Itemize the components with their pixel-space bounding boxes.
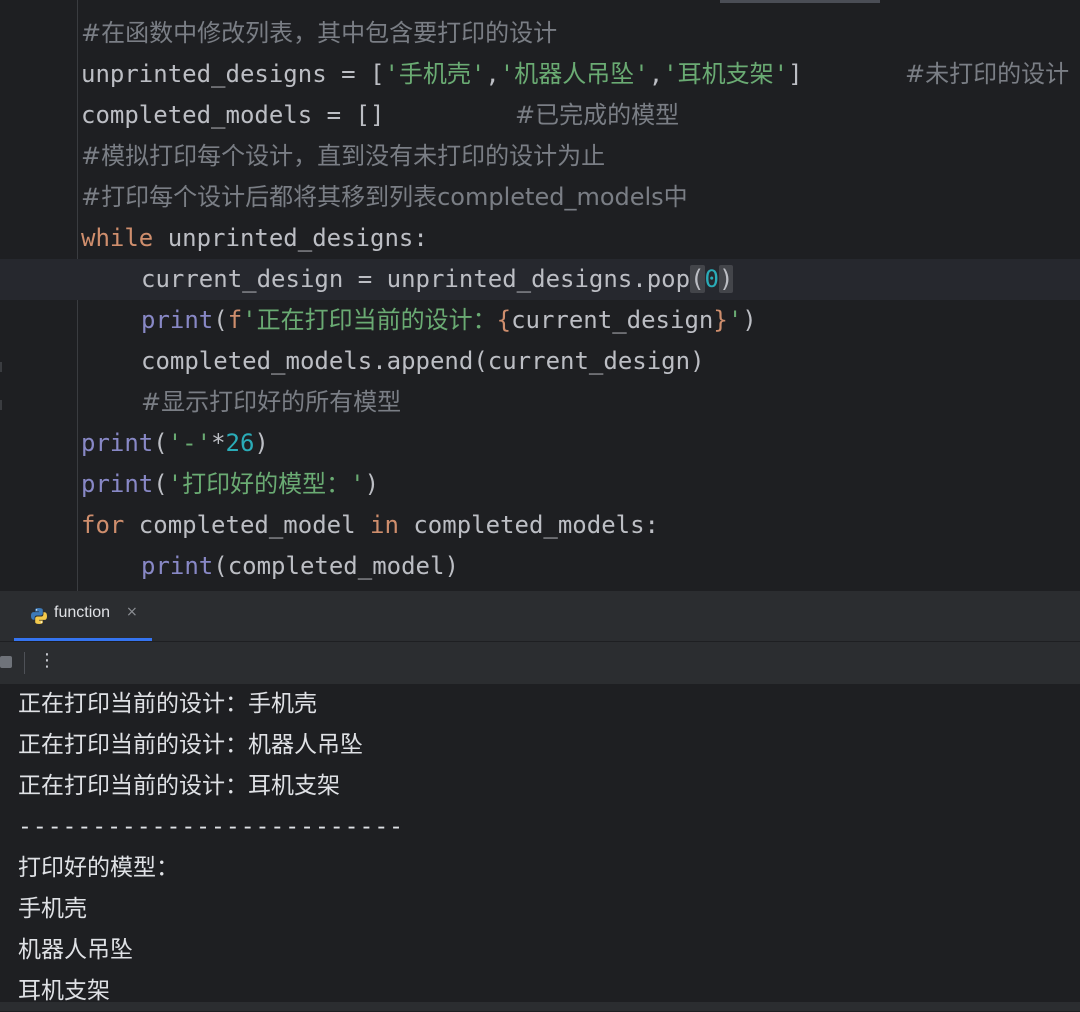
- code-text: for completed_model in completed_models:: [81, 505, 659, 546]
- output-line: 机器人吊坠: [18, 937, 133, 963]
- code-rest: unprinted_designs:: [153, 224, 428, 252]
- number-literal: 0: [704, 265, 719, 293]
- code-rest: (completed_model): [213, 552, 459, 580]
- code-line[interactable]: completed_models = [] #已完成的模型: [0, 95, 1080, 136]
- code-line[interactable]: completed_models.append(current_design): [0, 341, 1080, 382]
- code-line[interactable]: for completed_model in completed_models:: [0, 505, 1080, 546]
- operator: = [: [326, 60, 385, 88]
- comment-text: #模拟打印每个设计，直到没有未打印的设计为止: [81, 142, 606, 170]
- keyword: while: [81, 224, 154, 252]
- paren-highlight: (: [690, 265, 705, 293]
- output-line: 正在打印当前的设计：耳机支架: [18, 773, 340, 799]
- string-literal: '正在打印当前的设计：: [242, 306, 497, 334]
- paren-highlight: ): [718, 265, 734, 293]
- run-tab-bar: function ×: [0, 591, 1080, 642]
- code-rest: completed_model: [124, 511, 370, 539]
- code-rest: current_design = unprinted_designs.pop: [141, 265, 691, 293]
- code-line[interactable]: unprinted_designs = ['手机壳','机器人吊坠','耳机支架…: [0, 54, 1080, 95]
- run-tool-window: function × ⋮ 正在打印当前的设计：手机壳 正在打印当前的设计：机器人…: [0, 591, 1080, 1011]
- console-output[interactable]: 正在打印当前的设计：手机壳 正在打印当前的设计：机器人吊坠 正在打印当前的设计：…: [0, 684, 1080, 1004]
- string-literal: '-': [167, 429, 212, 457]
- string-literal: '机器人吊坠': [499, 60, 649, 88]
- string-literal: '手机壳': [384, 60, 486, 88]
- code-line[interactable]: print(completed_model): [0, 546, 1080, 587]
- code-line[interactable]: #模拟打印每个设计，直到没有未打印的设计为止: [0, 136, 1080, 177]
- code-line[interactable]: #显示打印好的所有模型: [0, 382, 1080, 423]
- output-line: --------------------------: [18, 814, 405, 840]
- keyword: in: [370, 511, 399, 539]
- output-line: 手机壳: [18, 896, 87, 922]
- code-text: unprinted_designs = ['手机壳','机器人吊坠','耳机支架…: [81, 54, 803, 95]
- variable: completed_models: [81, 101, 313, 129]
- brace: }: [713, 306, 728, 334]
- stop-icon[interactable]: [0, 656, 12, 668]
- code-line[interactable]: print('-'*26): [0, 423, 1080, 464]
- comma: ,: [485, 60, 500, 88]
- string-literal: '耳机支架': [663, 60, 789, 88]
- active-tab-indicator: [14, 638, 152, 641]
- trailing-comment: #已完成的模型: [515, 101, 680, 129]
- keyword: for: [81, 511, 125, 539]
- more-vertical-icon[interactable]: ⋮: [38, 650, 56, 671]
- code-editor[interactable]: #在函数中修改列表，其中包含要打印的设计 unprinted_designs =…: [0, 0, 1080, 591]
- output-line: 打印好的模型：: [18, 855, 179, 881]
- code-line[interactable]: #在函数中修改列表，其中包含要打印的设计: [0, 13, 1080, 54]
- comment-text: #显示打印好的所有模型: [141, 388, 402, 416]
- paren: (: [153, 429, 168, 457]
- tab-label: function: [54, 604, 111, 621]
- operator: = []: [312, 101, 385, 129]
- code-text: print(completed_model): [141, 546, 459, 587]
- code-line-current[interactable]: current_design = unprinted_designs.pop(0…: [0, 259, 1080, 300]
- code-rest: completed_models:: [398, 511, 659, 539]
- code-text: print('打印好的模型：'): [81, 464, 379, 505]
- bracket: ]: [788, 60, 803, 88]
- operator: *: [211, 429, 226, 457]
- trailing-comment: #未打印的设计: [905, 60, 1070, 88]
- code-line[interactable]: while unprinted_designs:: [0, 218, 1080, 259]
- string-literal: '打印好的模型：': [167, 470, 365, 498]
- code-text: while unprinted_designs:: [81, 218, 428, 259]
- close-icon[interactable]: ×: [126, 604, 138, 620]
- code-line[interactable]: print('打印好的模型：'): [0, 464, 1080, 505]
- variable: unprinted_designs: [81, 60, 327, 88]
- code-line[interactable]: #打印每个设计后都将其移到列表completed_models中: [0, 177, 1080, 218]
- expression: current_design: [511, 306, 714, 334]
- builtin-function: print: [81, 429, 154, 457]
- paren: (: [153, 470, 168, 498]
- code-text: completed_models.append(current_design): [141, 347, 705, 375]
- code-text: print(f'正在打印当前的设计：{current_design}'): [141, 300, 757, 341]
- builtin-function: print: [141, 306, 214, 334]
- scrollbar-thumb[interactable]: [720, 0, 880, 3]
- paren: (: [213, 306, 228, 334]
- comment-text: #打印每个设计后都将其移到列表completed_models中: [81, 183, 688, 211]
- run-tab-function[interactable]: function ×: [14, 591, 152, 641]
- paren: ): [254, 429, 269, 457]
- paren: ): [742, 306, 757, 334]
- horizontal-scrollbar[interactable]: [0, 1002, 1080, 1011]
- number-literal: 26: [225, 429, 255, 457]
- code-line[interactable]: print(f'正在打印当前的设计：{current_design}'): [0, 300, 1080, 341]
- python-icon: [31, 608, 47, 624]
- code-text: current_design = unprinted_designs.pop(0…: [141, 259, 734, 300]
- code-text: print('-'*26): [81, 423, 269, 464]
- code-text: completed_models = []: [81, 95, 384, 136]
- brace: {: [496, 306, 512, 334]
- builtin-function: print: [81, 470, 154, 498]
- comma: ,: [648, 60, 664, 88]
- paren: ): [364, 470, 380, 498]
- output-line: 正在打印当前的设计：机器人吊坠: [18, 732, 363, 758]
- builtin-function: print: [141, 552, 214, 580]
- comment-text: #在函数中修改列表，其中包含要打印的设计: [81, 19, 558, 47]
- output-line: 正在打印当前的设计：手机壳: [18, 691, 317, 717]
- toolbar-separator: [24, 652, 25, 674]
- string-literal: ': [727, 306, 743, 334]
- run-toolbar: ⋮: [0, 642, 1080, 684]
- fstring-prefix: f: [227, 306, 243, 334]
